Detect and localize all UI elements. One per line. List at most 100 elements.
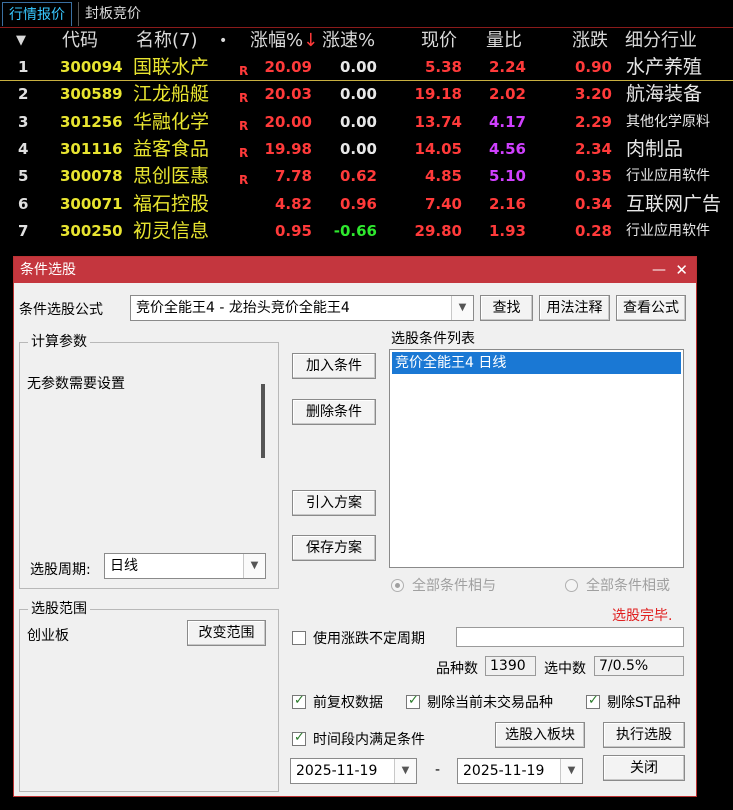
tab-bar: 行情报价 封板竞价 <box>0 0 733 28</box>
stock-name: 江龙船艇 <box>133 83 210 106</box>
speed: 0.00 <box>339 85 377 104</box>
stock-name: 初灵信息 <box>133 219 210 242</box>
volume-ratio: 1.93 <box>488 221 526 240</box>
chevron-down-icon[interactable]: ▼ <box>451 296 473 320</box>
params-scrollbar[interactable] <box>261 384 265 458</box>
time-range-checkbox[interactable]: 时间段内满足条件 <box>292 729 425 749</box>
header-speed[interactable]: 涨速% <box>322 28 375 54</box>
header-ratio[interactable]: 量比 <box>486 28 522 54</box>
header-pct[interactable]: 涨幅%↓ <box>250 28 318 54</box>
to-block-button[interactable]: 选股入板块 <box>495 722 585 748</box>
row-index: 3 <box>18 112 29 131</box>
stock-code: 301256 <box>60 112 123 131</box>
tab-limit-auction[interactable]: 封板竞价 <box>78 2 147 26</box>
use-period-checkbox[interactable]: 使用涨跌不定周期 <box>292 628 425 648</box>
header-change[interactable]: 涨跌 <box>572 28 608 54</box>
close-icon[interactable]: ✕ <box>675 257 688 283</box>
table-row[interactable]: 2 300589 江龙船艇 R 20.03 0.00 19.18 2.02 3.20 航海装备 <box>0 81 733 108</box>
row-index: 5 <box>18 167 29 186</box>
import-scheme-button[interactable]: 引入方案 <box>292 490 376 516</box>
checkbox-icon <box>292 730 306 746</box>
date-to-picker[interactable]: 2025-11-19 ▼ <box>457 758 583 784</box>
header-industry[interactable]: 细分行业 <box>625 28 697 54</box>
range-value: 创业板 <box>27 628 69 644</box>
date-separator: - <box>435 762 441 778</box>
volume-ratio: 2.16 <box>488 194 526 213</box>
header-name[interactable]: 名称(7) <box>136 28 198 54</box>
pct-change: 19.98 <box>264 139 312 158</box>
status-text: 选股完毕. <box>612 608 673 624</box>
price: 5.38 <box>424 58 462 76</box>
delete-condition-button[interactable]: 删除条件 <box>292 399 376 425</box>
close-button[interactable]: 关闭 <box>603 755 685 781</box>
industry: 其他化学原料 <box>626 113 710 130</box>
view-formula-button[interactable]: 查看公式 <box>616 295 686 321</box>
price: 29.80 <box>414 221 462 240</box>
adjust-label: 前复权数据 <box>313 695 383 711</box>
industry: 航海装备 <box>626 83 703 106</box>
execute-button[interactable]: 执行选股 <box>603 722 685 748</box>
volume-ratio: 4.56 <box>488 139 526 158</box>
radio-all-and[interactable]: 全部条件相与 <box>391 575 496 595</box>
industry: 行业应用软件 <box>626 222 710 239</box>
speed: 0.62 <box>339 167 377 186</box>
table-row[interactable]: 4 301116 益客食品 R 19.98 0.00 14.05 4.56 2.34 肉制品 <box>0 136 733 163</box>
period-select[interactable]: 日线 ▼ <box>104 553 266 579</box>
exclude-st-checkbox[interactable]: 剔除ST品种 <box>586 692 680 712</box>
row-index: 7 <box>18 221 29 240</box>
price-change: 3.20 <box>574 85 612 104</box>
row-index: 6 <box>18 194 29 213</box>
usage-notes-button[interactable]: 用法注释 <box>539 295 610 321</box>
date-from-picker[interactable]: 2025-11-19 ▼ <box>290 758 417 784</box>
table-row[interactable]: 1 300094 国联水产 R 20.09 0.00 5.38 2.24 0.90 水产养殖 <box>0 54 733 81</box>
volume-ratio: 4.17 <box>488 112 526 131</box>
condition-screening-dialog: 条件选股 — ✕ 条件选股公式 竞价全能王4 - 龙抬头竞价全能王4 ▼ 查找 … <box>13 256 697 797</box>
date-to-value: 2025-11-19 <box>463 763 545 779</box>
pct-change: 20.00 <box>264 112 312 131</box>
count-label: 品种数 <box>436 661 478 677</box>
pct-change: 7.78 <box>274 167 312 186</box>
change-range-button[interactable]: 改变范围 <box>187 620 266 646</box>
period-input[interactable] <box>456 627 684 647</box>
checkbox-icon <box>292 631 306 645</box>
formula-select[interactable]: 竞价全能王4 - 龙抬头竞价全能王4 ▼ <box>130 295 474 321</box>
tab-quotes[interactable]: 行情报价 <box>2 2 72 26</box>
radio-all-or[interactable]: 全部条件相或 <box>565 575 670 595</box>
chevron-down-icon[interactable]: ▼ <box>243 554 265 578</box>
selected-value: 7/0.5% <box>594 656 684 676</box>
list-item[interactable]: 竞价全能王4 日线 <box>392 352 681 374</box>
speed: 0.96 <box>339 194 377 213</box>
dialog-title: 条件选股 <box>20 262 76 278</box>
header-price[interactable]: 现价 <box>421 28 457 54</box>
stock-code: 300250 <box>60 221 123 240</box>
price: 13.74 <box>414 112 462 131</box>
speed: 0.00 <box>339 112 377 131</box>
chevron-down-icon[interactable]: ▼ <box>394 759 416 783</box>
row-index: 2 <box>18 85 29 104</box>
add-condition-button[interactable]: 加入条件 <box>292 353 376 379</box>
speed: -0.66 <box>333 221 377 240</box>
sort-arrow-icon[interactable]: ▼ <box>16 28 26 54</box>
formula-label: 条件选股公式 <box>19 302 103 318</box>
chevron-down-icon[interactable]: ▼ <box>560 759 582 783</box>
adjust-checkbox[interactable]: 前复权数据 <box>292 692 383 712</box>
save-scheme-button[interactable]: 保存方案 <box>292 535 376 561</box>
condition-list[interactable]: 竞价全能王4 日线 <box>389 349 684 568</box>
minimize-icon[interactable]: — <box>652 257 666 283</box>
find-button[interactable]: 查找 <box>480 295 533 321</box>
header-code[interactable]: 代码 <box>62 28 98 54</box>
exclude-untraded-label: 剔除当前未交易品种 <box>427 695 553 711</box>
table-row[interactable]: 7 300250 初灵信息 0.95 -0.66 29.80 1.93 0.28 行业应用软件 <box>0 218 733 245</box>
table-row[interactable]: 5 300078 思创医惠 R 7.78 0.62 4.85 5.10 0.35 行业应用软件 <box>0 163 733 190</box>
pct-change: 20.09 <box>264 58 312 76</box>
exclude-untraded-checkbox[interactable]: 剔除当前未交易品种 <box>406 692 553 712</box>
table-row[interactable]: 3 301256 华融化学 R 20.00 0.00 13.74 4.17 2.29 其他化学原料 <box>0 109 733 136</box>
pct-change: 20.03 <box>264 85 312 104</box>
radio-dot-icon <box>391 579 404 592</box>
industry: 互联网广告 <box>626 192 722 215</box>
dialog-titlebar: 条件选股 — ✕ <box>14 257 696 283</box>
count-value: 1390 <box>485 656 536 676</box>
price: 4.85 <box>424 167 462 186</box>
table-row[interactable]: 6 300071 福石控股 4.82 0.96 7.40 2.16 0.34 互联网广告 <box>0 191 733 218</box>
row-index: 4 <box>18 139 29 158</box>
